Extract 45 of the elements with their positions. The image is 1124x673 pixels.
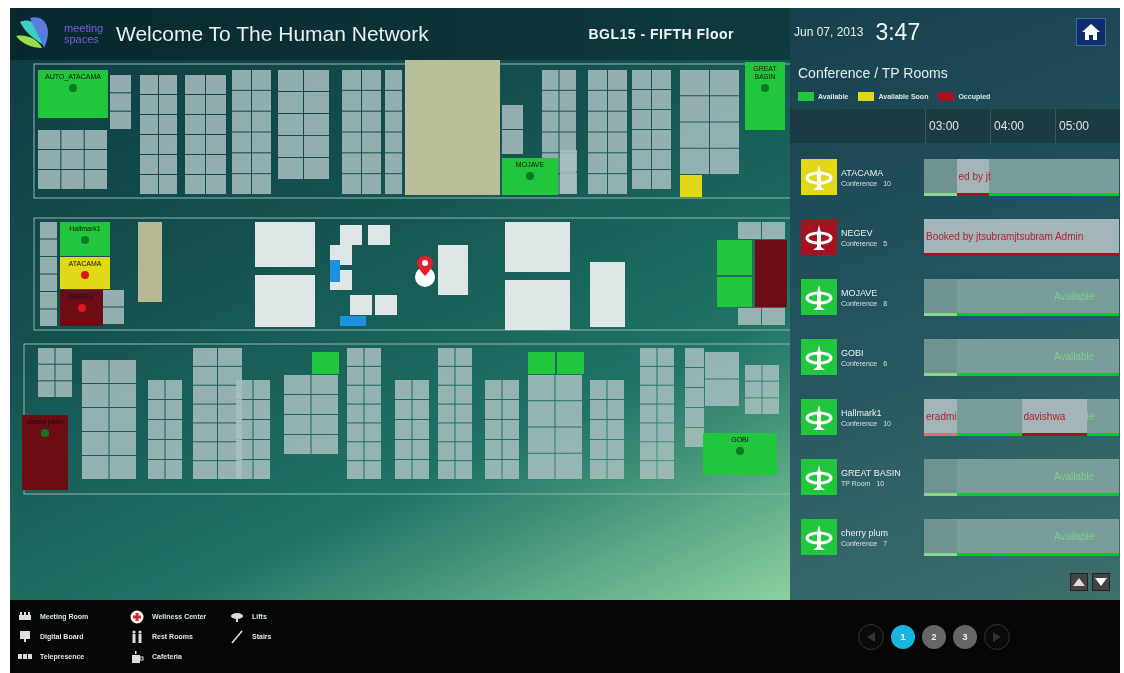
down-arrow-icon: [1095, 578, 1107, 586]
medical-cross-icon: [130, 609, 144, 624]
room-status-tile[interactable]: [801, 279, 837, 315]
logo-text: meeting spaces: [64, 23, 105, 45]
board-icon: [18, 629, 32, 644]
people-icon: [130, 629, 144, 644]
location-pin-icon: [413, 254, 437, 288]
home-icon: [1081, 23, 1101, 41]
page-button[interactable]: 3: [953, 624, 977, 649]
slash-icon: [230, 629, 244, 644]
page-title: Welcome To The Human Network: [116, 22, 429, 46]
room-status-tile[interactable]: [801, 399, 837, 435]
cup-icon: [130, 649, 144, 664]
room-name: GREAT BASIN: [841, 467, 902, 478]
booking-label: Booked by jtsubramjtsubram Admin: [926, 230, 1084, 242]
left-arrow-icon: [867, 631, 875, 642]
scroll-up-button[interactable]: [1070, 573, 1088, 591]
room-name: NEGEV: [841, 227, 874, 238]
booking-label: ed by jt: [958, 170, 991, 182]
time-label: 3:47: [875, 18, 921, 46]
home-button[interactable]: [1076, 18, 1106, 46]
room-name: MOJAVE: [841, 287, 879, 298]
previous-page-button[interactable]: [858, 623, 884, 650]
room-name: cherry plum: [841, 527, 889, 538]
hour-label: 04:00: [994, 119, 1025, 133]
up-arrow-icon: [1073, 578, 1085, 586]
floor-title: BGL15 - FIFTH Floor: [588, 26, 734, 42]
booking-label: eradmi: [925, 410, 957, 422]
next-page-button[interactable]: [984, 623, 1010, 650]
room-status-tile[interactable]: [801, 339, 837, 375]
section-title: Conference / TP Rooms: [798, 65, 949, 81]
date-label: Jun 07, 2013: [794, 25, 864, 39]
room-status-tile[interactable]: [801, 219, 837, 255]
hour-label: 03:00: [929, 119, 960, 133]
room-status-tile[interactable]: [801, 459, 837, 495]
booking-label: davishwa: [1023, 410, 1066, 422]
room-status-tile[interactable]: [801, 159, 837, 195]
room-name: ATACAMA: [841, 167, 885, 178]
room-name: Hallmark1: [841, 407, 883, 418]
right-arrow-icon: [993, 631, 1001, 642]
hour-label: 05:00: [1059, 119, 1090, 133]
scroll-down-button[interactable]: [1092, 573, 1110, 591]
page-button[interactable]: 2: [922, 624, 946, 649]
room-status-tile[interactable]: [801, 519, 837, 555]
room-name: GOBI: [841, 347, 865, 358]
